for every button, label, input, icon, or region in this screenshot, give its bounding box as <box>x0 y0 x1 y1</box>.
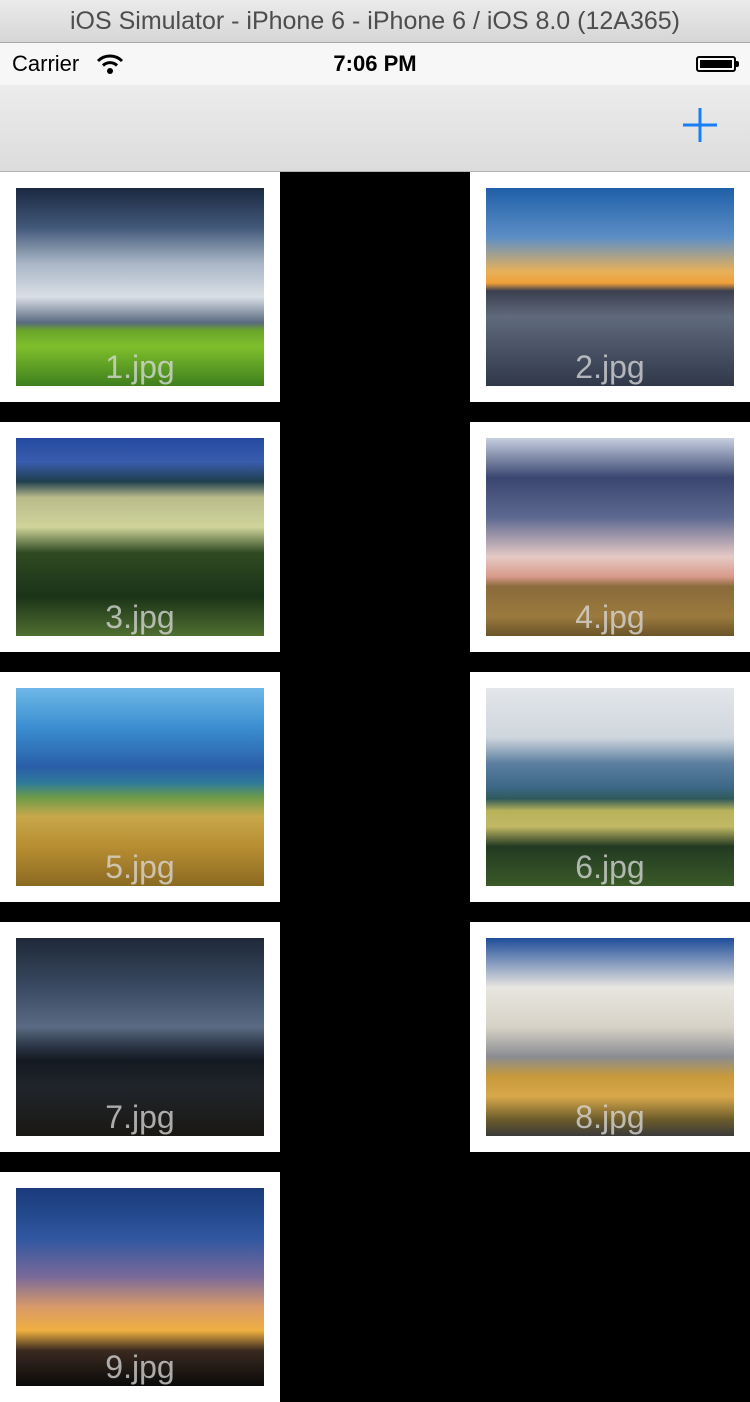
photo-thumbnail: 6.jpg <box>486 688 734 886</box>
battery-icon <box>696 56 739 72</box>
photo-thumbnail: 1.jpg <box>16 188 264 386</box>
photo-cell-3[interactable]: 3.jpg <box>0 422 280 652</box>
photo-thumbnail: 2.jpg <box>486 188 734 386</box>
photo-thumbnail: 3.jpg <box>16 438 264 636</box>
photo-cell-5[interactable]: 5.jpg <box>0 672 280 902</box>
photo-caption: 5.jpg <box>105 849 175 885</box>
photo-thumbnail: 7.jpg <box>16 938 264 1136</box>
simulator-title: iOS Simulator - iPhone 6 - iPhone 6 / iO… <box>69 6 681 35</box>
photo-caption: 8.jpg <box>575 1099 645 1135</box>
photo-caption: 9.jpg <box>105 1349 175 1385</box>
photo-caption: 7.jpg <box>105 1099 175 1135</box>
photo-cell-4[interactable]: 4.jpg <box>470 422 750 652</box>
photo-caption: 1.jpg <box>105 349 175 385</box>
photo-caption: 3.jpg <box>105 599 175 635</box>
photo-grid: 1.jpg 2.jpg 3.jpg 4.jpg 5.jpg 6.jpg 7.jp… <box>0 172 750 1402</box>
photo-caption: 2.jpg <box>575 349 645 385</box>
status-bar: Carrier 7:06 PM <box>0 43 750 85</box>
photo-thumbnail: 9.jpg <box>16 1188 264 1386</box>
photo-cell-9[interactable]: 9.jpg <box>0 1172 280 1402</box>
photo-caption: 4.jpg <box>575 599 645 635</box>
photo-cell-7[interactable]: 7.jpg <box>0 922 280 1152</box>
photo-thumbnail: 4.jpg <box>486 438 734 636</box>
photo-caption: 6.jpg <box>575 849 645 885</box>
photo-cell-1[interactable]: 1.jpg <box>0 172 280 402</box>
photo-thumbnail: 5.jpg <box>16 688 264 886</box>
add-photo-button[interactable] <box>680 105 720 145</box>
photo-thumbnail: 8.jpg <box>486 938 734 1136</box>
status-time: 7:06 PM <box>333 51 417 76</box>
photo-cell-6[interactable]: 6.jpg <box>470 672 750 902</box>
simulator-title-bar: iOS Simulator - iPhone 6 - iPhone 6 / iO… <box>0 0 750 43</box>
photo-cell-2[interactable]: 2.jpg <box>470 172 750 402</box>
navigation-bar <box>0 85 750 172</box>
plus-icon <box>683 108 717 142</box>
photo-cell-8[interactable]: 8.jpg <box>470 922 750 1152</box>
